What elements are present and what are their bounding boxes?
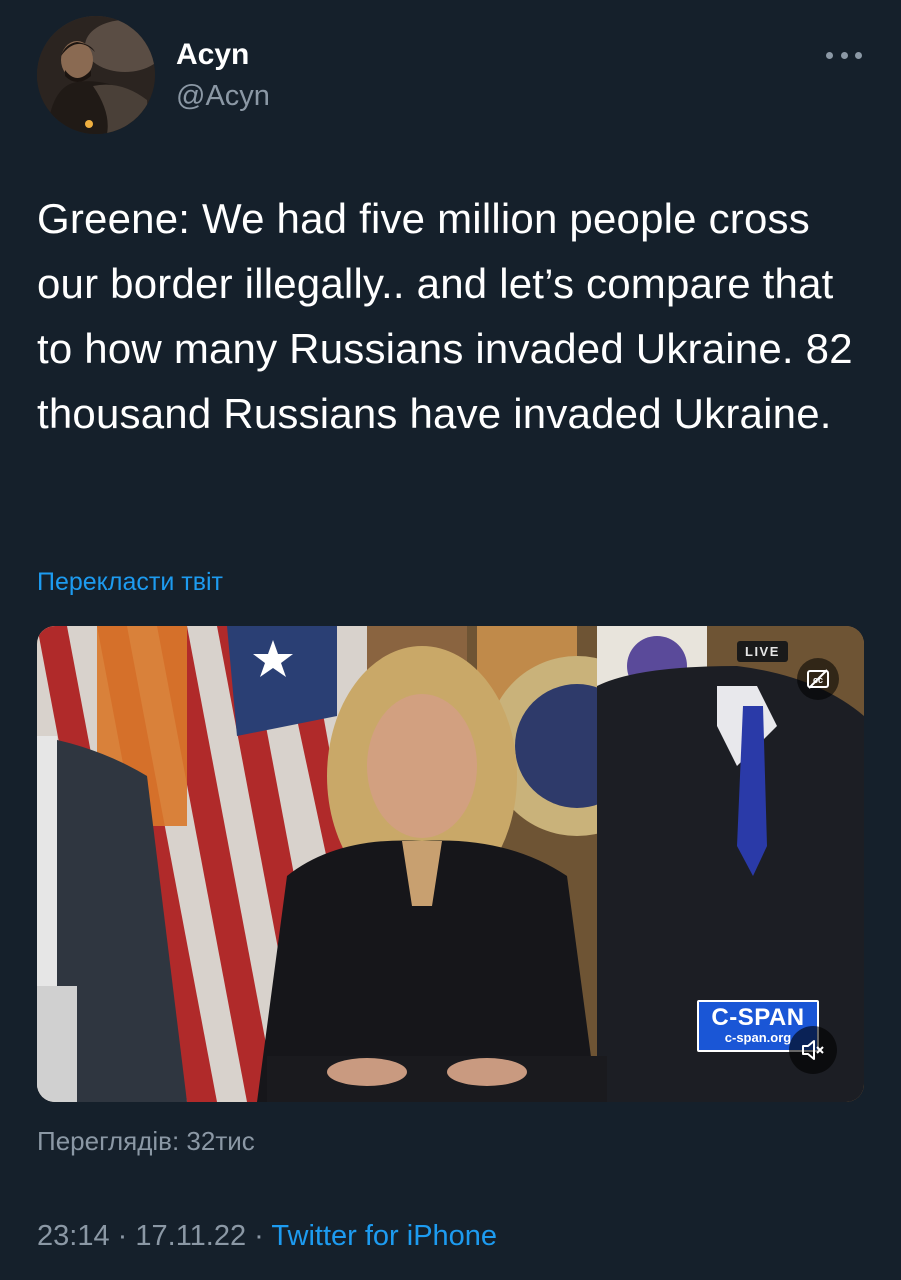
tweet-time[interactable]: 23:14 [37,1220,110,1252]
tweet-date[interactable]: 17.11.22 [135,1220,246,1252]
tweet-source-link[interactable]: Twitter for iPhone [271,1220,497,1252]
more-dot-icon [855,51,862,59]
more-options-button[interactable] [822,40,866,70]
tweet-text: Greene: We had five million people cross… [37,195,853,437]
network-logo-text: C-SPAN [711,1004,805,1031]
author-handle[interactable]: @Acyn [176,80,270,113]
more-dot-icon [826,51,833,59]
network-url: c-span.org [724,1030,792,1045]
live-badge: LIVE [737,641,788,662]
meta-separator: · [117,1220,128,1252]
mute-icon [802,1040,824,1060]
author-display-name[interactable]: Acyn [176,38,249,72]
translate-tweet-link[interactable]: Перекласти твіт [37,568,223,597]
video-player[interactable]: LIVE cc C-SPAN c-span.org [37,626,864,1102]
avatar[interactable] [37,16,155,134]
tweet-meta: 23:14 · 17.11.22 · Twitter for iPhone [37,1220,497,1253]
closed-captions-button[interactable]: cc [797,658,839,700]
mute-button[interactable] [789,1026,837,1074]
meta-separator: · [254,1220,264,1252]
more-dot-icon [840,51,848,59]
closed-captions-icon: cc [807,669,829,689]
view-count: Переглядів: 32тис [37,1126,255,1156]
